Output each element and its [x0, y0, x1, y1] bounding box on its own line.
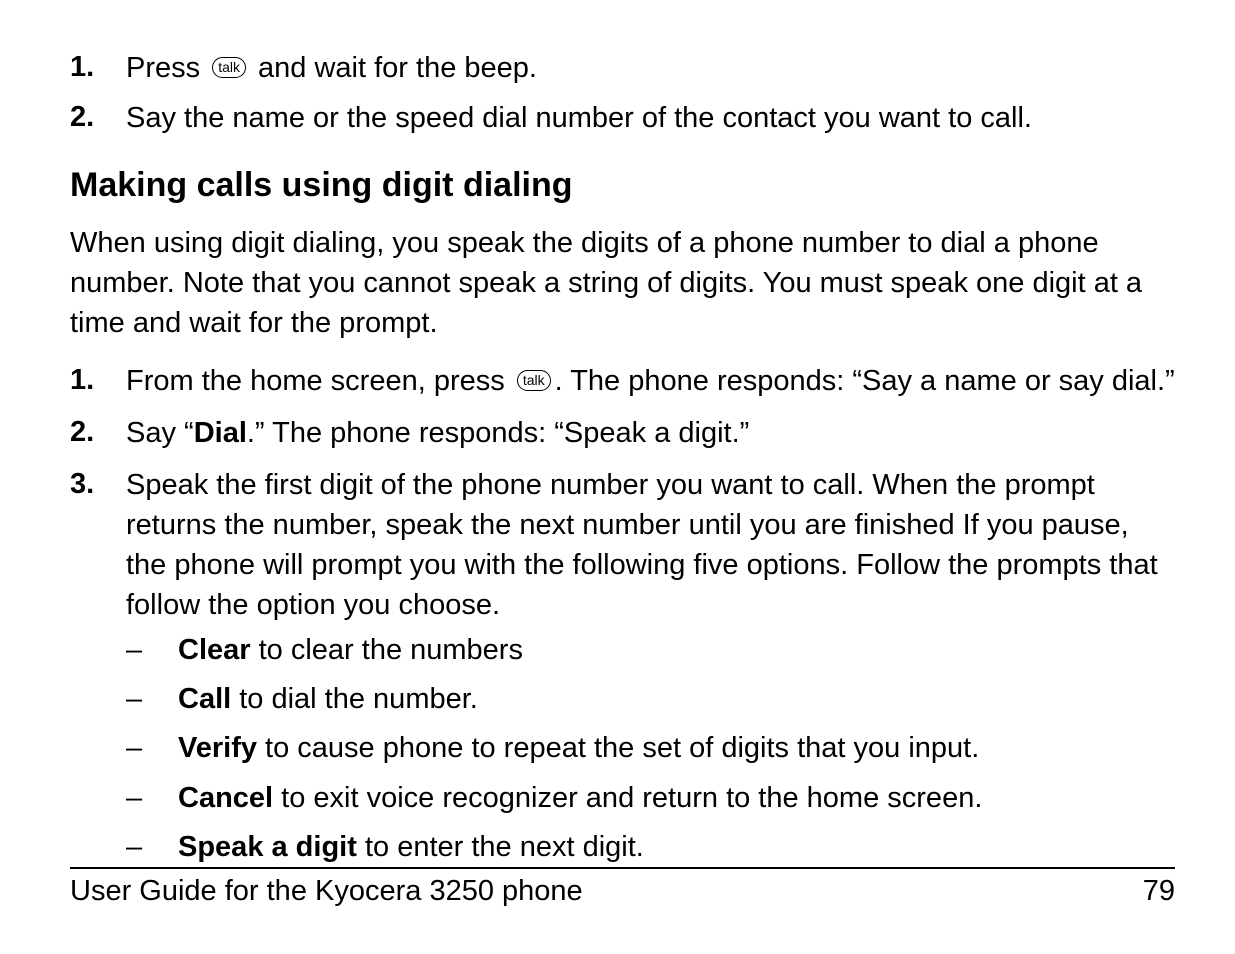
steps-list-main: 1. From the home screen, press talk. The… [70, 361, 1175, 877]
page-footer: User Guide for the Kyocera 3250 phone 79 [70, 867, 1175, 908]
dash: – [126, 680, 178, 719]
step-2-top: 2. Say the name or the speed dial number… [70, 98, 1175, 138]
footer-rule [70, 867, 1175, 869]
dash: – [126, 729, 178, 768]
option-text: Call to dial the number. [178, 680, 1175, 719]
section-paragraph: When using digit dialing, you speak the … [70, 223, 1175, 343]
footer-row: User Guide for the Kyocera 3250 phone 79 [70, 875, 1175, 908]
text-fragment: to cause phone to repeat the set of digi… [257, 732, 979, 764]
option-text: Clear to clear the numbers [178, 631, 1175, 670]
step-2: 2. Say “Dial.” The phone responds: “Spea… [70, 413, 1175, 453]
text-fragment: to enter the next digit. [357, 831, 644, 863]
option-text: Verify to cause phone to repeat the set … [178, 729, 1175, 768]
option-text: Speak a digit to enter the next digit. [178, 828, 1175, 867]
step-text: Say “Dial.” The phone responds: “Speak a… [126, 413, 1175, 453]
step-number: 2. [70, 98, 126, 137]
option-cancel: – Cancel to exit voice recognizer and re… [126, 779, 1175, 818]
step-text: Press talk and wait for the beep. [126, 48, 1175, 88]
bold-term: Dial [194, 417, 247, 449]
text-fragment: to exit voice recognizer and return to t… [273, 782, 982, 814]
text-fragment: .” The phone responds: “Speak a digit.” [247, 417, 749, 449]
page-number: 79 [1143, 875, 1175, 908]
text-fragment: From the home screen, press [126, 365, 513, 397]
steps-list-top: 1. Press talk and wait for the beep. 2. … [70, 48, 1175, 138]
step-3: 3. Speak the first digit of the phone nu… [70, 465, 1175, 877]
text-fragment: Speak the first digit of the phone numbe… [126, 469, 1158, 621]
step-number: 2. [70, 413, 126, 452]
options-sublist: – Clear to clear the numbers – Call to d… [126, 631, 1175, 867]
step-1-top: 1. Press talk and wait for the beep. [70, 48, 1175, 88]
bold-term: Cancel [178, 782, 273, 814]
dash: – [126, 779, 178, 818]
option-call: – Call to dial the number. [126, 680, 1175, 719]
text-fragment: Press [126, 52, 208, 84]
section-heading: Making calls using digit dialing [70, 166, 1175, 205]
manual-page: 1. Press talk and wait for the beep. 2. … [0, 0, 1235, 954]
talk-button-icon: talk [212, 57, 246, 78]
text-fragment: to clear the numbers [251, 634, 523, 666]
bold-term: Clear [178, 634, 251, 666]
step-number: 3. [70, 465, 126, 504]
text-fragment: to dial the number. [231, 683, 478, 715]
text-fragment: . The phone responds: “Say a name or say… [555, 365, 1175, 397]
step-number: 1. [70, 361, 126, 400]
option-verify: – Verify to cause phone to repeat the se… [126, 729, 1175, 768]
bold-term: Call [178, 683, 231, 715]
step-text: Say the name or the speed dial number of… [126, 98, 1175, 138]
footer-title: User Guide for the Kyocera 3250 phone [70, 875, 583, 908]
dash: – [126, 828, 178, 867]
option-text: Cancel to exit voice recognizer and retu… [178, 779, 1175, 818]
dash: – [126, 631, 178, 670]
step-text: Speak the first digit of the phone numbe… [126, 465, 1175, 877]
step-1: 1. From the home screen, press talk. The… [70, 361, 1175, 401]
step-text: From the home screen, press talk. The ph… [126, 361, 1175, 401]
text-fragment: Say “ [126, 417, 194, 449]
bold-term: Verify [178, 732, 257, 764]
option-clear: – Clear to clear the numbers [126, 631, 1175, 670]
text-fragment: and wait for the beep. [250, 52, 537, 84]
option-speak-digit: – Speak a digit to enter the next digit. [126, 828, 1175, 867]
step-number: 1. [70, 48, 126, 87]
bold-term: Speak a digit [178, 831, 357, 863]
talk-button-icon: talk [517, 370, 551, 391]
